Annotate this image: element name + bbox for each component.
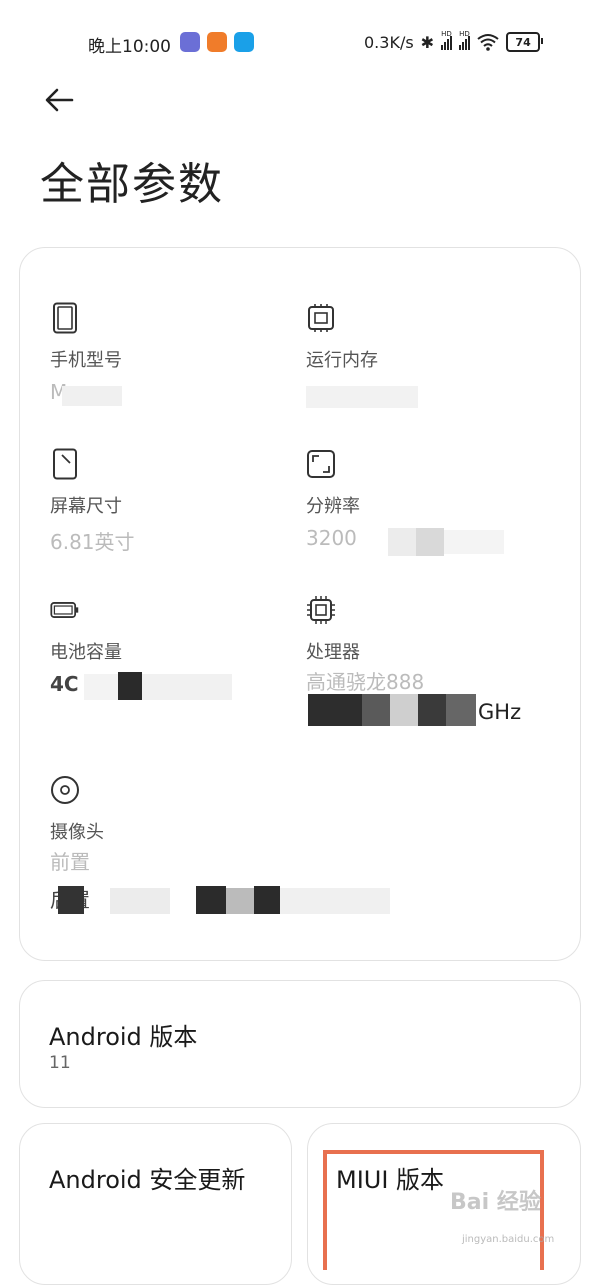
redacted-block — [62, 386, 122, 406]
status-bar: 晚上10:00 0.3K/s ✱ HD HD 74 — [0, 0, 599, 84]
spec-value-2: GHz — [478, 700, 522, 724]
spec-label: 运行内存 — [306, 350, 378, 371]
spec-battery[interactable]: 电池容量 4C — [50, 594, 290, 704]
android-version-value: 11 — [49, 1053, 71, 1073]
wifi-icon — [477, 34, 499, 51]
app-icon-blue — [234, 32, 254, 52]
redacted-block — [446, 694, 476, 726]
page-title: 全部参数 — [40, 159, 224, 210]
spec-value: 3200 — [306, 526, 357, 550]
spec-card: 手机型号 M 运行内存 屏幕尺寸 6.81英寸 分辨率 3200 电池容量 4C… — [19, 247, 581, 961]
signal-icon-2: HD — [459, 30, 471, 50]
spec-ram[interactable]: 运行内存 — [306, 302, 546, 412]
battery-level: 74 — [515, 35, 531, 49]
spec-label: 摄像头 — [50, 822, 104, 843]
watermark-url: jingyan.baidu.com — [462, 1234, 555, 1245]
spec-cpu[interactable]: 处理器 高通骁龙888 GHz — [306, 594, 546, 734]
camera-icon — [51, 776, 79, 804]
redacted-block — [444, 530, 504, 554]
redacted-block — [110, 888, 170, 914]
redacted-block — [416, 528, 444, 556]
back-arrow-icon[interactable] — [42, 84, 76, 118]
signal-icon-1: HD — [441, 30, 453, 50]
redacted-block — [388, 528, 416, 556]
status-time: 晚上10:00 — [88, 37, 171, 57]
redacted-block — [390, 694, 418, 726]
redacted-block — [84, 674, 118, 700]
spec-label: 手机型号 — [50, 350, 122, 371]
status-indicators: 0.3K/s ✱ HD HD 74 — [364, 30, 544, 54]
spec-label: 屏幕尺寸 — [50, 496, 122, 517]
processor-icon — [307, 596, 335, 624]
watermark-logo: Bai 经验 — [450, 1190, 541, 1215]
app-icon-purple — [180, 32, 200, 52]
spec-label: 处理器 — [306, 642, 360, 663]
spec-camera[interactable]: 摄像头 前置 后置 — [50, 774, 390, 924]
phone-icon — [53, 302, 77, 334]
spec-value: 6.81英寸 — [50, 530, 135, 554]
android-security-update-card[interactable]: Android 安全更新 — [19, 1123, 292, 1285]
spec-value: 4C — [50, 672, 79, 696]
screen-size-icon — [53, 448, 77, 480]
redacted-block — [142, 674, 232, 700]
redacted-block — [58, 886, 84, 914]
spec-resolution[interactable]: 分辨率 3200 — [306, 448, 546, 558]
spec-label: 电池容量 — [50, 642, 122, 663]
app-icon-orange — [207, 32, 227, 52]
spec-label: 分辨率 — [306, 496, 360, 517]
redacted-block — [254, 886, 280, 914]
spec-value: 高通骁龙888 — [306, 670, 425, 694]
android-version-card[interactable]: Android 版本 11 — [19, 980, 581, 1108]
redacted-block — [118, 672, 142, 700]
redacted-block — [362, 694, 390, 726]
bluetooth-icon: ✱ — [420, 32, 435, 52]
redacted-block — [196, 886, 226, 914]
redacted-block — [306, 386, 418, 408]
redacted-block — [226, 888, 254, 914]
security-update-title: Android 安全更新 — [49, 1166, 246, 1194]
memory-chip-icon — [308, 304, 334, 332]
spec-value: 前置 — [50, 850, 90, 874]
resolution-icon — [307, 450, 335, 478]
battery-icon: 74 — [506, 32, 544, 52]
redacted-block — [308, 694, 362, 726]
battery-capacity-icon — [50, 602, 79, 618]
spec-screen[interactable]: 屏幕尺寸 6.81英寸 — [50, 448, 290, 558]
redacted-block — [418, 694, 446, 726]
spec-model[interactable]: 手机型号 M — [50, 302, 290, 412]
network-speed: 0.3K/s — [364, 32, 414, 52]
redacted-block — [280, 888, 390, 914]
android-version-title: Android 版本 — [49, 1023, 198, 1051]
